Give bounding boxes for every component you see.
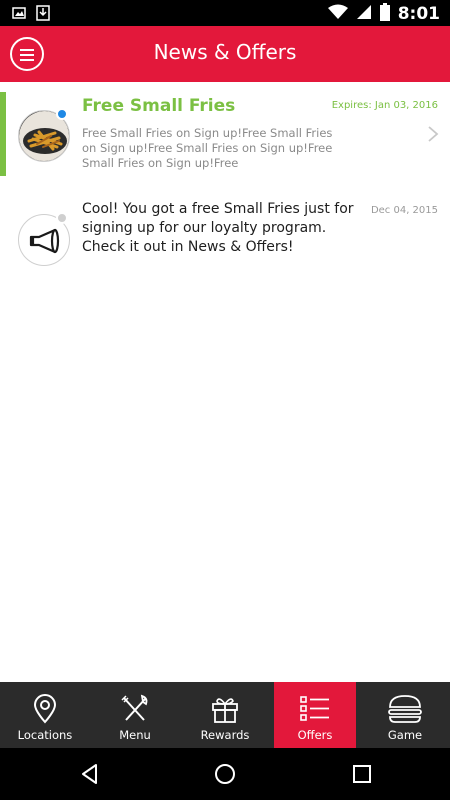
nav-label: Game	[387, 728, 423, 742]
gift-icon	[212, 698, 238, 723]
wifi-icon	[327, 4, 348, 24]
status-bar: 8:01	[0, 0, 450, 26]
image-icon	[12, 5, 26, 25]
back-icon[interactable]	[78, 762, 102, 786]
nav-label: Offers	[297, 728, 333, 742]
nav-game[interactable]: Game	[360, 682, 450, 748]
recents-icon[interactable]	[350, 762, 374, 786]
burger-icon	[388, 695, 422, 723]
battery-icon	[379, 3, 390, 25]
nav-rewards[interactable]: Rewards	[180, 682, 270, 748]
list-item[interactable]: Dec 04, 2015 Cool! You got a free Small …	[0, 82, 450, 292]
signal-icon	[356, 4, 372, 24]
nav-label: Menu	[119, 728, 151, 742]
location-pin-icon	[33, 694, 57, 724]
app-bar: News & Offers	[0, 26, 450, 82]
bottom-nav: Locations Menu Rewards Offers Game	[0, 682, 450, 748]
message-body: Cool! You got a free Small Fries just fo…	[82, 201, 354, 255]
fork-knife-icon	[121, 694, 148, 721]
nav-label: Rewards	[200, 728, 250, 742]
download-icon	[36, 5, 50, 25]
list-icon	[300, 696, 329, 721]
page-title: News & Offers	[153, 40, 297, 64]
nav-menu[interactable]: Menu	[90, 682, 180, 748]
message-date: Dec 04, 2015	[370, 205, 438, 216]
nav-offers[interactable]: Offers	[274, 682, 356, 748]
nav-locations[interactable]: Locations	[0, 682, 90, 748]
status-time: 8:01	[397, 4, 440, 24]
system-nav-bar	[0, 748, 450, 800]
home-icon[interactable]	[213, 762, 237, 786]
message-list: Free Small Fries Expires: Jan 03, 2016 F…	[0, 82, 450, 266]
read-dot	[56, 212, 68, 224]
nav-label: Locations	[17, 728, 73, 742]
